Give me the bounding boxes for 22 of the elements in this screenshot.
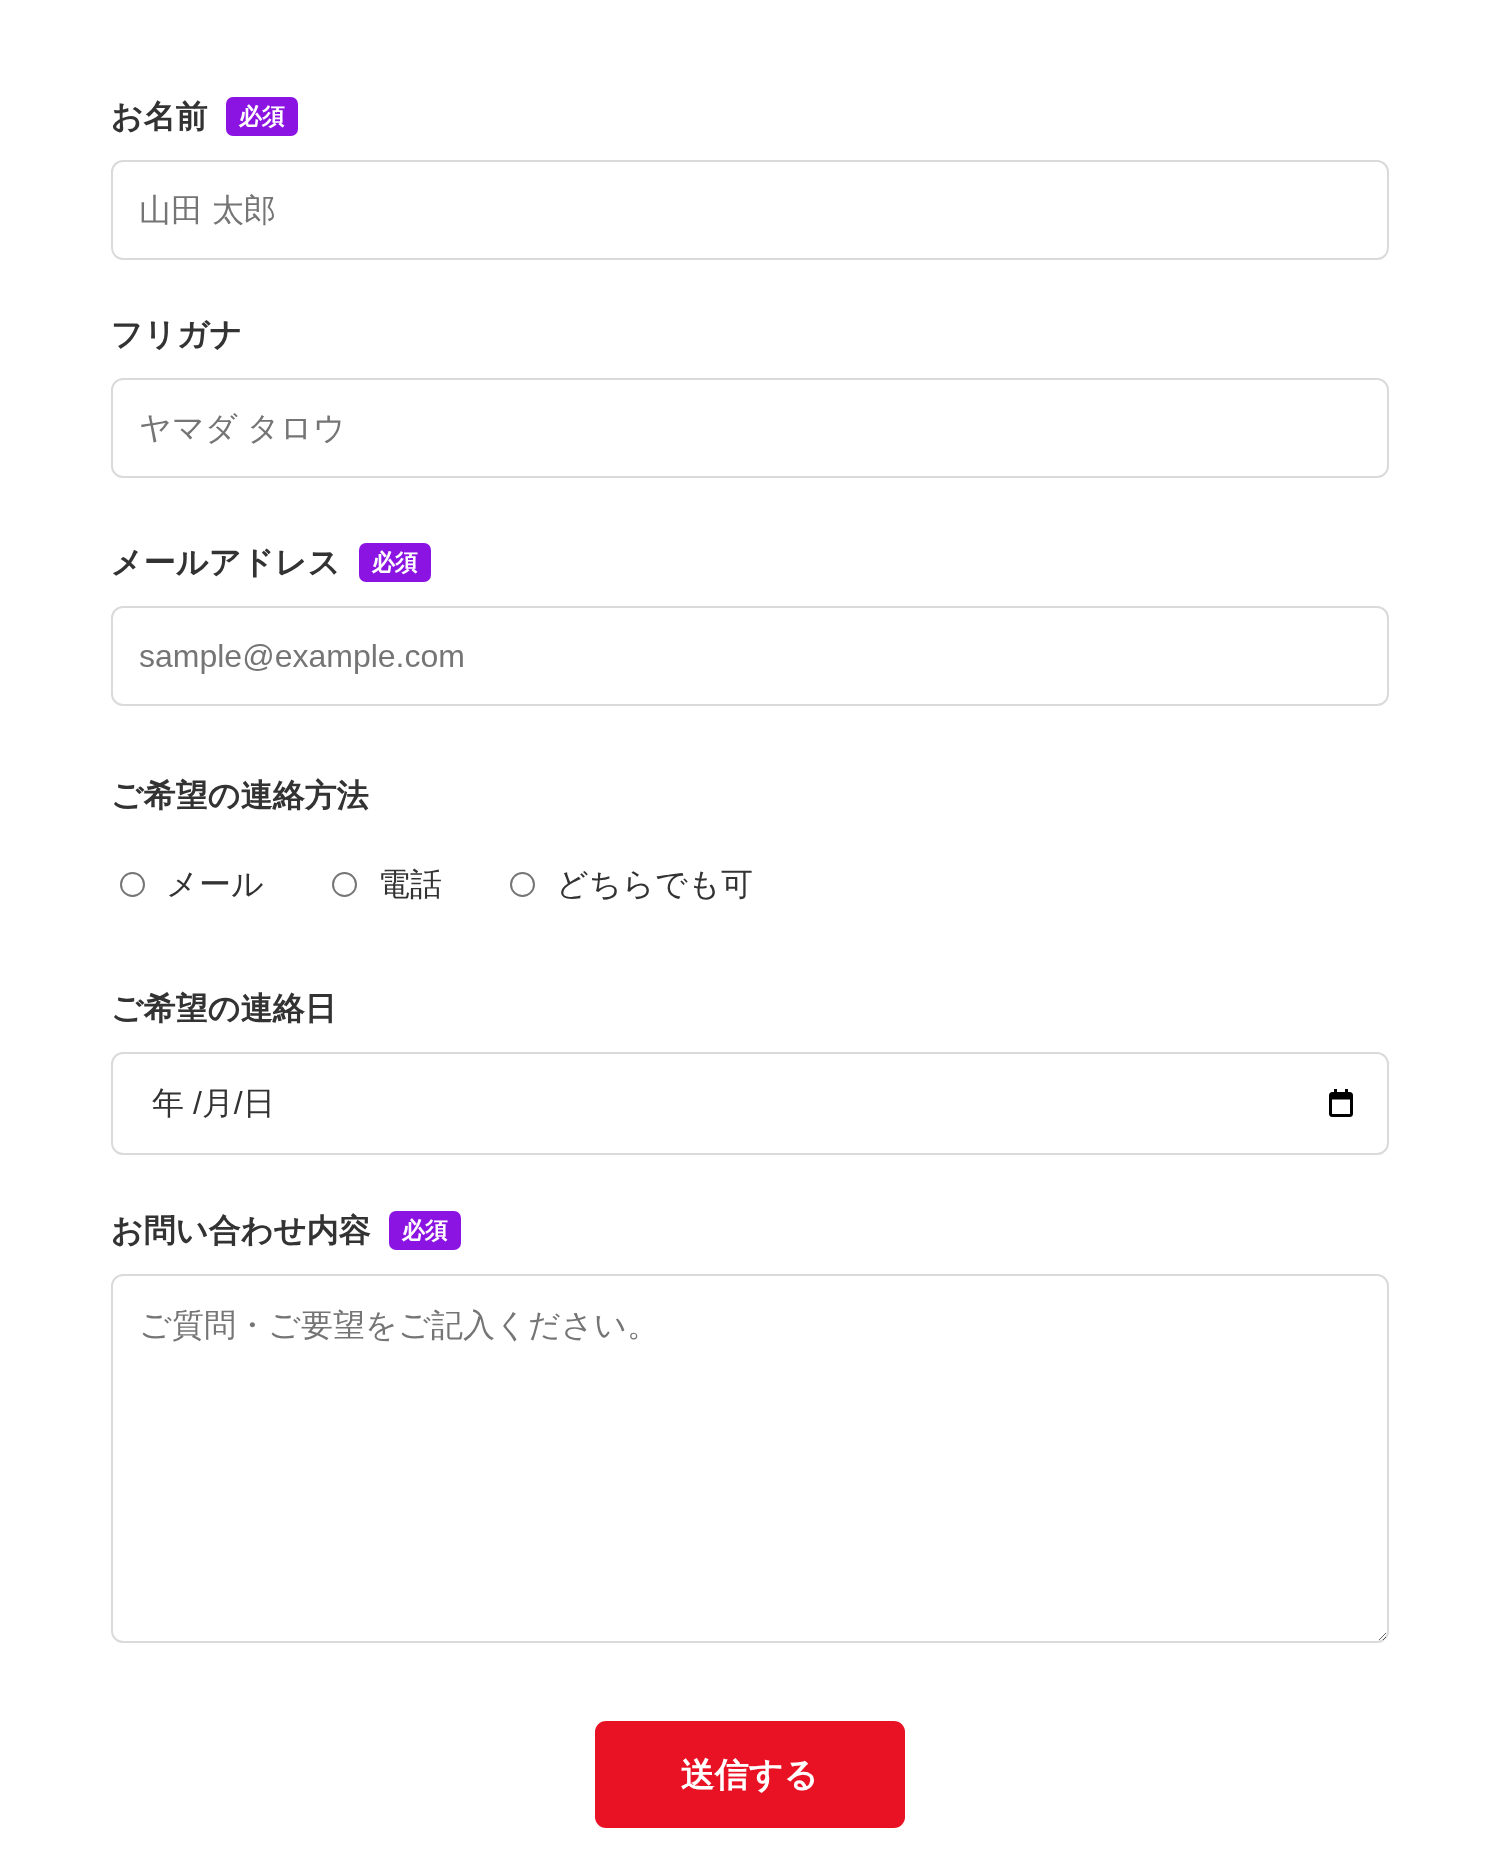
field-label: フリガナ xyxy=(111,315,243,354)
input-field[interactable]: ヤマダ タロウ xyxy=(111,378,1389,478)
radio-label[interactable]: メール xyxy=(166,864,264,904)
calendar-icon[interactable] xyxy=(1329,1089,1353,1117)
radio-button[interactable] xyxy=(510,871,535,897)
submit-button[interactable]: 送信する xyxy=(595,1721,905,1828)
field-label: お名前 xyxy=(111,97,208,136)
date-field[interactable]: 年 /月/日 xyxy=(111,1052,1389,1155)
required-badge: 必須 xyxy=(359,542,431,582)
textarea-field[interactable]: ご質問・ご要望をご記入ください。 xyxy=(111,1274,1389,1643)
field-label: メールアドレス xyxy=(111,543,341,582)
field-label: お問い合わせ内容 xyxy=(111,1211,371,1250)
required-badge: 必須 xyxy=(226,96,298,136)
field-label: ご希望の連絡方法 xyxy=(111,776,369,815)
input-field[interactable]: sample@example.com xyxy=(111,606,1389,706)
radio-button[interactable] xyxy=(332,871,357,897)
radio-button[interactable] xyxy=(120,871,145,897)
radio-label[interactable]: 電話 xyxy=(378,864,442,904)
required-badge: 必須 xyxy=(389,1210,461,1250)
radio-label[interactable]: どちらでも可 xyxy=(556,864,753,904)
field-label: ご希望の連絡日 xyxy=(111,989,337,1028)
input-field[interactable]: 山田 太郎 xyxy=(111,160,1389,260)
